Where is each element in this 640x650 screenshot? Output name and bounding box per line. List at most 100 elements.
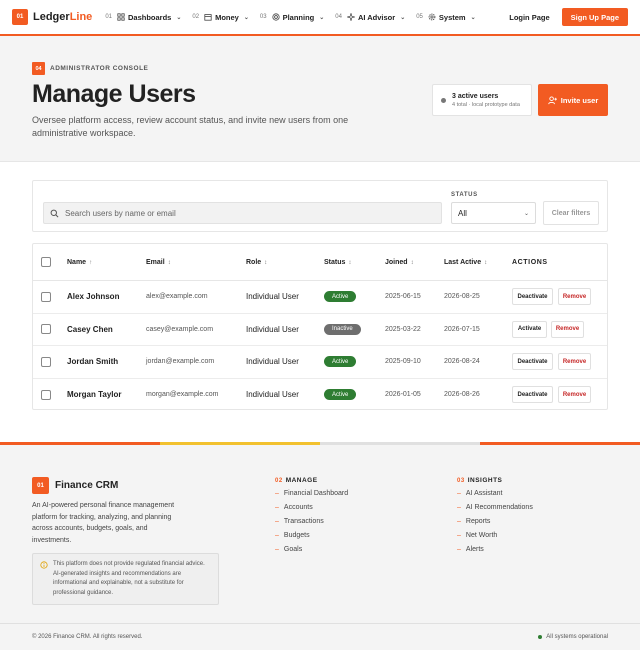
system-status: All systems operational — [538, 634, 608, 640]
copyright: © 2026 Finance CRM. All rights reserved. — [32, 634, 143, 640]
search-input[interactable] — [65, 208, 425, 218]
logo[interactable]: LedgerLine — [33, 11, 92, 23]
grid-icon — [117, 13, 125, 21]
status-badge: Active — [324, 389, 357, 401]
footer-link[interactable]: – Reports — [457, 518, 533, 527]
footer-link[interactable]: – Accounts — [275, 504, 348, 513]
dash-icon: – — [457, 532, 461, 540]
select-all-checkbox[interactable] — [41, 257, 51, 267]
status-select[interactable]: All ⌄ — [451, 202, 536, 224]
row-checkbox[interactable] — [41, 324, 51, 335]
chevron-down-icon: ⌄ — [176, 14, 182, 21]
sort-icon: ↕ — [410, 259, 414, 266]
row-checkbox[interactable] — [41, 389, 51, 400]
link-label: Goals — [283, 546, 303, 554]
footer-link[interactable]: – AI Recommendations — [457, 504, 533, 513]
stat-subtitle: 4 total · local prototype data — [452, 101, 520, 108]
column-header-joined[interactable]: Joined ↕ — [385, 259, 414, 266]
activate-button[interactable]: Activate — [512, 320, 547, 338]
row-checkbox[interactable] — [41, 291, 51, 302]
dash-icon: – — [275, 532, 279, 540]
footer-column-manage: 02 MANAGE – Financial Dashboard – Accounts … — [275, 477, 348, 554]
column-header-email[interactable]: Email ↕ — [146, 259, 171, 266]
remove-button[interactable]: Remove — [558, 288, 591, 306]
dash-icon: – — [457, 518, 461, 526]
user-name: Alex Johnson — [67, 292, 120, 302]
stat-title: 3 active users — [452, 92, 499, 100]
footer-link[interactable]: – Net Worth — [457, 532, 533, 541]
sort-icon: ↕ — [167, 259, 171, 266]
clear-filters-button[interactable]: Clear filters — [543, 201, 599, 225]
logo-badge: 01 — [12, 9, 28, 25]
nav-item-money[interactable]: 02 Money ⌄ — [192, 13, 248, 22]
last-active-date: 2026-07-15 — [444, 325, 480, 333]
nav-label: Money — [215, 12, 239, 22]
joined-date: 2025-06-15 — [385, 293, 421, 301]
user-email: morgan@example.com — [146, 391, 219, 399]
deactivate-button[interactable]: Deactivate — [512, 353, 553, 371]
status-dot — [441, 97, 446, 103]
add-user-icon — [548, 95, 557, 104]
nav-item-dashboards[interactable]: 01 Dashboards ⌄ — [105, 13, 181, 22]
eyebrow-label: ADMINISTRATOR CONSOLE — [50, 65, 149, 72]
dash-icon: – — [457, 490, 461, 498]
footer-link[interactable]: – Alerts — [457, 546, 533, 555]
column-header-name[interactable]: Name ↑ — [67, 259, 92, 266]
deactivate-button[interactable]: Deactivate — [512, 386, 553, 404]
user-role: Individual User — [246, 324, 299, 334]
nav-num: 01 — [105, 14, 112, 20]
nav-item-system[interactable]: 05 System ⌄ — [416, 13, 475, 22]
footer-link[interactable]: – Transactions — [275, 518, 348, 527]
status-badge: Inactive — [324, 323, 361, 335]
nav-label: Dashboards — [128, 12, 172, 22]
signup-button[interactable]: Sign Up Page — [561, 8, 628, 26]
remove-button[interactable]: Remove — [558, 386, 591, 404]
status-badge: Active — [324, 291, 357, 303]
table-header: Name ↑ Email ↕ Role ↕ Status ↕ Joined ↕ Last … — [33, 244, 607, 281]
user-name: Morgan Taylor — [67, 390, 122, 400]
calendar-icon — [204, 14, 212, 21]
row-checkbox[interactable] — [41, 356, 51, 367]
user-role: Individual User — [246, 390, 299, 400]
column-header-status[interactable]: Status ↕ — [324, 259, 351, 266]
link-label: AI Assistant — [465, 490, 503, 498]
top-nav: 01 LedgerLine 01 Dashboards ⌄ 02 Money ⌄… — [0, 0, 640, 36]
login-link[interactable]: Login Page — [509, 13, 549, 22]
footer-link[interactable]: – Goals — [275, 546, 348, 555]
column-header-last-active[interactable]: Last Active ↕ — [444, 259, 487, 266]
section-badge: 04 — [32, 62, 45, 75]
dash-icon: – — [275, 518, 279, 526]
search-field[interactable] — [43, 202, 442, 224]
logo-main: Ledger — [33, 11, 70, 23]
header-label: Email — [146, 258, 165, 266]
deactivate-button[interactable]: Deactivate — [512, 288, 553, 306]
page-subtitle: Oversee platform access, review account … — [32, 115, 349, 138]
user-name: Jordan Smith — [67, 357, 119, 367]
footer-brand: Finance CRM — [55, 480, 119, 491]
footer-link[interactable]: – Budgets — [275, 532, 348, 541]
remove-button[interactable]: Remove — [551, 320, 584, 338]
remove-button[interactable]: Remove — [558, 353, 591, 371]
disclaimer-box: This platform does not provide regulated… — [32, 553, 219, 605]
user-email: casey@example.com — [146, 325, 214, 333]
invite-user-button[interactable]: Invite user — [538, 84, 608, 116]
column-header-role[interactable]: Role ↕ — [246, 259, 267, 266]
nav-item-ai-advisor[interactable]: 04 AI Advisor ⌄ — [335, 13, 405, 22]
footer-bottom-bar: © 2026 Finance CRM. All rights reserved.… — [0, 623, 640, 650]
nav-item-planning[interactable]: 03 Planning ⌄ — [260, 13, 324, 22]
footer-link[interactable]: – Financial Dashboard — [275, 490, 348, 499]
chevron-down-icon: ⌄ — [400, 14, 406, 21]
chevron-down-icon: ⌄ — [523, 210, 529, 217]
dash-icon: – — [275, 504, 279, 512]
footer-link[interactable]: – AI Assistant — [457, 490, 533, 499]
footer: 01 Finance CRM An AI-powered personal fi… — [0, 445, 640, 650]
header-label: Last Active — [444, 258, 482, 266]
link-label: Transactions — [283, 518, 324, 526]
dash-icon: – — [275, 490, 279, 498]
nav-label: System — [438, 12, 466, 22]
status-badge: Active — [324, 356, 357, 368]
table-row: Jordan Smith jordan@example.com Individu… — [33, 346, 607, 379]
sort-icon: ↕ — [484, 259, 488, 266]
user-role: Individual User — [246, 292, 299, 302]
footer-description: An AI-powered personal finance managemen… — [32, 502, 175, 544]
